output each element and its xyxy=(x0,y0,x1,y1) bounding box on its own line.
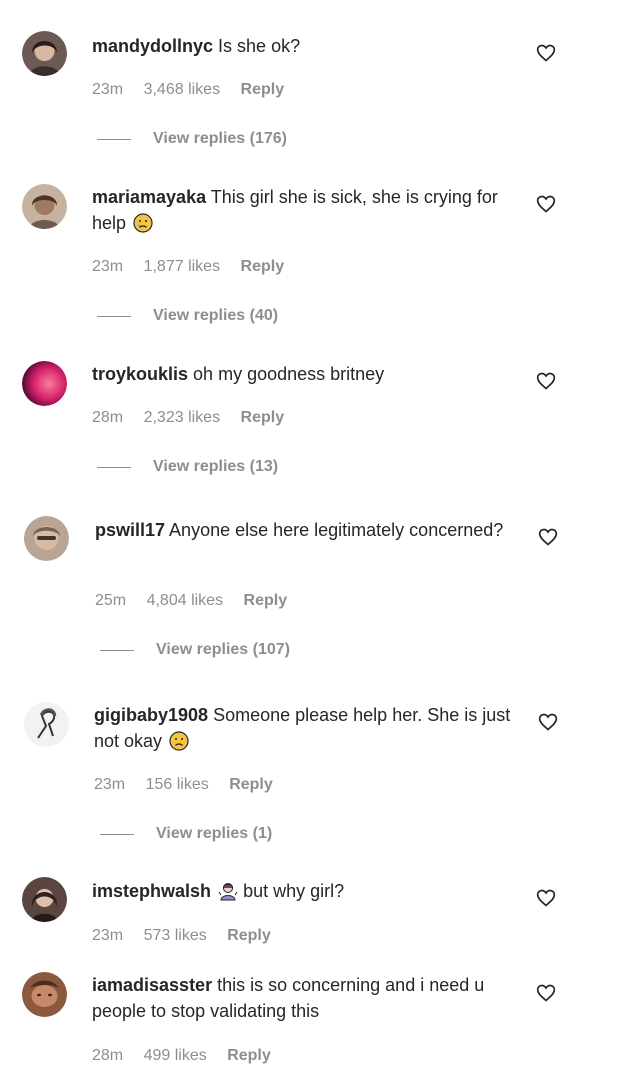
view-replies-label: View replies (1) xyxy=(156,825,273,842)
comment-username[interactable]: mariamayaka xyxy=(92,187,206,207)
heart-icon[interactable] xyxy=(536,194,556,214)
comment-text: pswill17 Anyone else here legitimately c… xyxy=(95,517,515,543)
comment-meta: 23m 573 likes Reply xyxy=(92,927,271,945)
divider-line xyxy=(97,466,131,468)
comment-likes[interactable]: 499 likes xyxy=(144,1047,207,1064)
view-replies-label: View replies (176) xyxy=(153,130,287,147)
divider-line xyxy=(97,138,131,140)
heart-icon[interactable] xyxy=(536,43,556,63)
crying-face-emoji xyxy=(133,213,153,233)
view-replies-button[interactable]: View replies (13) xyxy=(97,458,278,476)
view-replies-button[interactable]: View replies (107) xyxy=(100,641,290,659)
heart-icon[interactable] xyxy=(536,983,556,1003)
comment-username[interactable]: imstephwalsh xyxy=(92,881,211,901)
divider-line xyxy=(100,833,134,835)
reply-button[interactable]: Reply xyxy=(241,409,285,426)
view-replies-label: View replies (107) xyxy=(156,641,290,658)
avatar[interactable] xyxy=(24,702,69,747)
comment-likes[interactable]: 1,877 likes xyxy=(144,258,221,275)
comment-time: 23m xyxy=(92,927,124,944)
comment-time: 23m xyxy=(92,81,124,98)
comment-username[interactable]: troykouklis xyxy=(92,364,188,384)
comment-likes[interactable]: 573 likes xyxy=(144,927,207,944)
view-replies-label: View replies (40) xyxy=(153,307,279,324)
comment-meta: 25m 4,804 likes Reply xyxy=(95,592,287,610)
comment-time: 28m xyxy=(92,409,124,426)
reply-button[interactable]: Reply xyxy=(227,927,271,944)
comment-time: 28m xyxy=(92,1047,124,1064)
reply-button[interactable]: Reply xyxy=(241,258,285,275)
reply-button[interactable]: Reply xyxy=(227,1047,271,1064)
heart-icon[interactable] xyxy=(536,888,556,908)
avatar[interactable] xyxy=(24,516,69,561)
comment-meta: 28m 2,323 likes Reply xyxy=(92,409,284,427)
comment-text: imstephwalsh but why girl? xyxy=(92,878,512,904)
view-replies-button[interactable]: View replies (40) xyxy=(97,307,278,325)
avatar[interactable] xyxy=(22,877,67,922)
comment-likes[interactable]: 2,323 likes xyxy=(144,409,221,426)
comment-likes[interactable]: 4,804 likes xyxy=(147,592,224,609)
avatar[interactable] xyxy=(22,972,67,1017)
heart-icon[interactable] xyxy=(538,527,558,547)
avatar[interactable] xyxy=(22,184,67,229)
view-replies-button[interactable]: View replies (1) xyxy=(100,825,272,843)
comment-likes[interactable]: 156 likes xyxy=(146,776,209,793)
comment-username[interactable]: pswill17 xyxy=(95,520,165,540)
comment-body: oh my goodness britney xyxy=(193,364,385,384)
reply-button[interactable]: Reply xyxy=(244,592,288,609)
reply-button[interactable]: Reply xyxy=(229,776,273,793)
divider-line xyxy=(97,315,131,317)
avatar[interactable] xyxy=(22,31,67,76)
comment-meta: 23m 156 likes Reply xyxy=(94,776,273,794)
comment-text: iamadisasster this is so concerning and … xyxy=(92,972,512,1024)
comment-body: Anyone else here legitimately concerned? xyxy=(169,520,504,540)
comment-text: troykouklis oh my goodness britney xyxy=(92,361,512,387)
comment-username[interactable]: mandydollnyc xyxy=(92,36,213,56)
comment-text: mandydollnyc Is she ok? xyxy=(92,33,512,59)
comment-likes[interactable]: 3,468 likes xyxy=(144,81,221,98)
comment-meta: 23m 3,468 likes Reply xyxy=(92,81,284,99)
comment-body: Is she ok? xyxy=(218,36,301,56)
comment-time: 23m xyxy=(94,776,126,793)
comment-meta: 28m 499 likes Reply xyxy=(92,1047,271,1065)
view-replies-button[interactable]: View replies (176) xyxy=(97,130,287,148)
view-replies-label: View replies (13) xyxy=(153,458,279,475)
sad-face-emoji xyxy=(169,731,189,751)
comment-text: gigibaby1908 Someone please help her. Sh… xyxy=(94,702,514,754)
comment-username[interactable]: gigibaby1908 xyxy=(94,705,208,725)
comment-meta: 23m 1,877 likes Reply xyxy=(92,258,284,276)
comment-text: mariamayaka This girl she is sick, she i… xyxy=(92,184,512,236)
comment-time: 25m xyxy=(95,592,127,609)
comment-username[interactable]: iamadisasster xyxy=(92,975,212,995)
person-shrugging-emoji xyxy=(218,881,238,901)
avatar[interactable] xyxy=(22,361,67,406)
heart-icon[interactable] xyxy=(538,712,558,732)
divider-line xyxy=(100,649,134,651)
heart-icon[interactable] xyxy=(536,371,556,391)
comment-time: 23m xyxy=(92,258,124,275)
reply-button[interactable]: Reply xyxy=(241,81,285,98)
comment-body: but why girl? xyxy=(243,881,345,901)
